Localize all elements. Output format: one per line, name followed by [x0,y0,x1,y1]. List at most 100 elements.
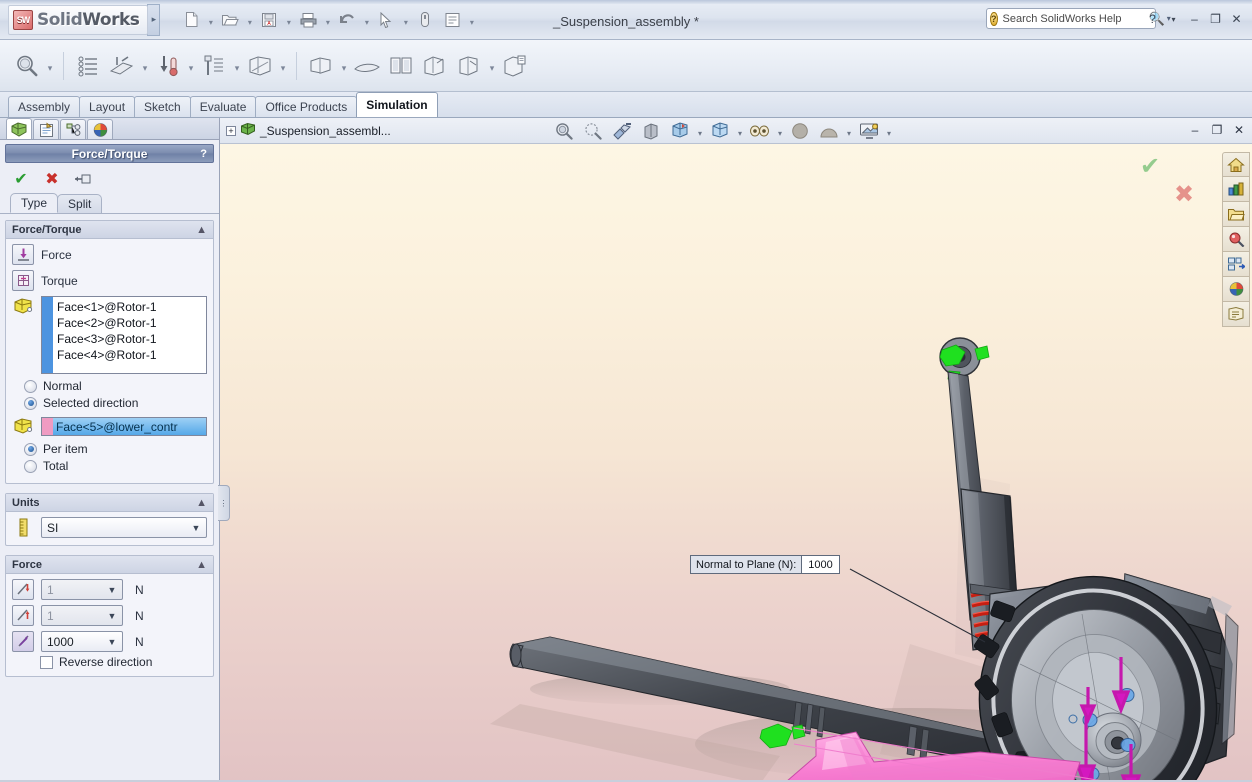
fixtures-advisor-icon[interactable] [71,49,105,83]
save-chevron-down-icon[interactable]: ▾ [283,8,294,32]
run-study-icon[interactable] [304,49,338,83]
deformation-plot-icon[interactable] [418,49,452,83]
search-input[interactable] [1000,11,1147,26]
include-image-icon[interactable] [498,49,532,83]
confirm-cancel-button[interactable]: ✖ [1174,180,1194,209]
tab-split[interactable]: Split [57,194,103,213]
units-section-header[interactable]: Units ▲ [6,494,213,512]
appearances-scenes-icon[interactable] [1222,277,1250,302]
force-type-row[interactable]: Force [12,244,207,265]
pane-resize-handle[interactable]: ⋮ [218,485,230,521]
new-document-icon[interactable] [178,7,204,33]
mesh-icon[interactable] [243,49,277,83]
menu-expand-chevron-right-icon[interactable]: ▸ [147,3,161,36]
view-orientation-chevron-down-icon[interactable]: ▾ [695,119,705,143]
external-loads-chevron-down-icon[interactable]: ▾ [139,51,151,81]
chevron-up-icon[interactable]: ▲ [196,224,207,236]
help-icon[interactable]: ? [200,148,207,160]
force-x-input[interactable]: 1 ▼ [41,579,123,600]
apply-scene-chevron-down-icon[interactable]: ▾ [844,119,854,143]
print-chevron-down-icon[interactable]: ▾ [322,8,333,32]
direction-option-normal[interactable]: Normal [24,379,207,393]
property-manager-tab[interactable] [33,119,59,139]
distribution-option-total[interactable]: Total [24,459,207,473]
zoom-tool-chevron-down-icon[interactable]: ▾ [44,51,56,81]
force-normal-input[interactable]: 1000 ▼ [41,631,123,652]
chevron-down-icon[interactable]: ▼ [188,519,204,536]
mesh-chevron-down-icon[interactable]: ▾ [277,51,289,81]
list-item[interactable]: Face<4>@Rotor-1 [57,347,202,363]
callout-value[interactable]: 1000 [802,556,839,573]
print-icon[interactable] [295,7,321,33]
selected-faces-listbox[interactable]: Face<1>@Rotor-1 Face<2>@Rotor-1 Face<3>@… [41,296,207,374]
connections-chevron-down-icon[interactable]: ▾ [231,51,243,81]
zoom-tool-icon[interactable] [10,49,44,83]
feature-manager-tab[interactable] [6,118,32,139]
tab-layout[interactable]: Layout [79,96,136,117]
report-chevron-down-icon[interactable]: ▾ [486,51,498,81]
previous-view-icon[interactable] [608,119,636,143]
3d-viewport[interactable]: Normal to Plane (N): 1000 ✔ ✖ [220,144,1252,782]
view-orientation-icon[interactable] [666,119,694,143]
reverse-direction-row[interactable]: Reverse direction [40,655,207,669]
force-section-header[interactable]: Force ▲ [6,556,213,574]
tab-office-products[interactable]: Office Products [255,96,358,117]
hide-show-chevron-down-icon[interactable]: ▾ [775,119,785,143]
direction-option-selected[interactable]: Selected direction [24,396,207,410]
tab-evaluate[interactable]: Evaluate [189,96,257,117]
results-advisor-icon[interactable] [350,49,384,83]
force-load-icon[interactable] [151,49,185,83]
hide-show-items-icon[interactable] [746,119,774,143]
display-style-chevron-down-icon[interactable]: ▾ [735,119,745,143]
zoom-to-area-icon[interactable] [579,119,607,143]
list-item[interactable]: Face<2>@Rotor-1 [57,315,202,331]
custom-properties-icon[interactable] [1222,302,1250,327]
chevron-down-icon[interactable]: ▼ [104,581,120,598]
search-box[interactable]: ? 🔍 ▾ [986,8,1171,29]
display-style-icon[interactable] [706,119,734,143]
run-study-chevron-down-icon[interactable]: ▾ [338,51,350,81]
doc-minimize-button[interactable]: – [1186,121,1204,139]
force-callout[interactable]: Normal to Plane (N): 1000 [690,555,840,574]
list-item[interactable]: Face<3>@Rotor-1 [57,331,202,347]
reverse-direction-checkbox[interactable] [40,655,53,669]
help-button[interactable]: ? [1143,10,1162,28]
save-icon[interactable]: A [256,7,282,33]
radio-per-item[interactable] [24,442,37,456]
new-document-chevron-down-icon[interactable]: ▾ [205,8,216,32]
file-explorer-icon[interactable] [1222,202,1250,227]
tab-type[interactable]: Type [10,193,59,213]
chevron-up-icon[interactable]: ▲ [196,497,207,509]
undo-icon[interactable] [334,7,360,33]
open-document-icon[interactable] [217,7,243,33]
open-document-chevron-down-icon[interactable]: ▾ [244,8,255,32]
help-dropdown-button[interactable]: ▾ [1164,10,1183,28]
view-settings-chevron-down-icon[interactable]: ▾ [884,119,894,143]
torque-type-row[interactable]: Torque [12,270,207,291]
feature-tree-root[interactable]: + _Suspension_assembl... [220,122,391,139]
direction-reference-field[interactable]: Face<5>@lower_contr [41,417,207,436]
configuration-manager-tab[interactable] [60,119,86,139]
connections-icon[interactable] [197,49,231,83]
view-settings-icon[interactable] [855,119,883,143]
chevron-up-icon[interactable]: ▲ [196,559,207,571]
external-loads-icon[interactable] [105,49,139,83]
edit-appearance-icon[interactable] [786,119,814,143]
tab-simulation[interactable]: Simulation [356,92,438,117]
force-torque-section-header[interactable]: Force/Torque ▲ [6,221,213,239]
distribution-option-per-item[interactable]: Per item [24,442,207,456]
apply-scene-icon[interactable] [815,119,843,143]
accept-ok-button[interactable]: ✔ [10,169,32,189]
confirm-ok-button[interactable]: ✔ [1140,152,1160,181]
design-library-icon[interactable] [1222,177,1250,202]
zoom-to-fit-icon[interactable] [550,119,578,143]
solidworks-logo-button[interactable]: SW SolidWorks [8,4,149,35]
force-load-chevron-down-icon[interactable]: ▾ [185,51,197,81]
units-select[interactable]: SI ▼ [41,517,207,538]
minimize-button[interactable]: – [1185,10,1204,28]
undo-chevron-down-icon[interactable]: ▾ [361,8,372,32]
rebuild-icon[interactable] [412,7,438,33]
options-chevron-down-icon[interactable]: ▾ [466,8,477,32]
radio-normal[interactable] [24,379,37,393]
doc-close-button[interactable]: ✕ [1230,121,1248,139]
